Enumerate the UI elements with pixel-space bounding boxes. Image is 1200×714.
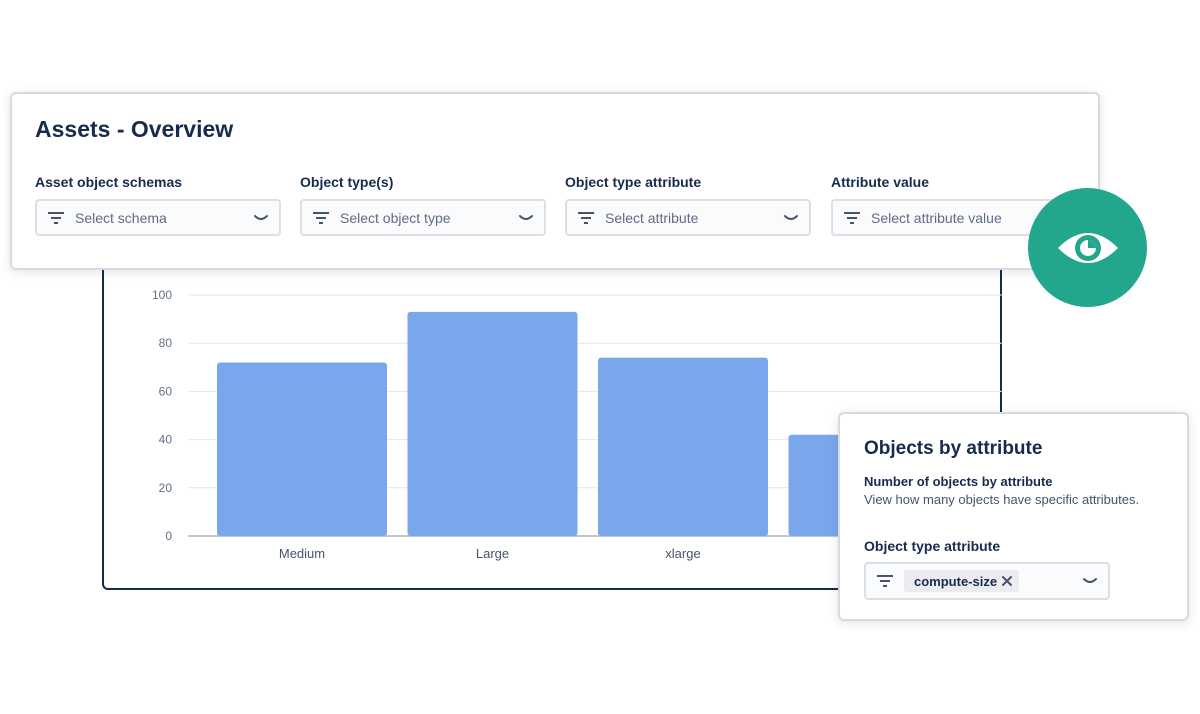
filter-icon bbox=[48, 211, 64, 224]
object-type-attribute-select[interactable]: compute-size bbox=[864, 562, 1110, 600]
y-tick-label: 20 bbox=[159, 481, 173, 495]
attribute-select[interactable]: Select attribute bbox=[565, 199, 811, 236]
bar[interactable] bbox=[407, 311, 578, 536]
card-description: View how many objects have specific attr… bbox=[864, 492, 1140, 507]
filter-attribute: Object type attribute Select attribute bbox=[565, 174, 811, 236]
filter-icon bbox=[877, 575, 893, 587]
select-placeholder: Select attribute bbox=[605, 209, 699, 226]
objects-by-attribute-card: Objects by attribute Number of objects b… bbox=[838, 412, 1189, 621]
chip-label: compute-size bbox=[914, 573, 998, 589]
chevron-down-icon bbox=[254, 214, 268, 220]
y-tick-label: 60 bbox=[159, 384, 173, 398]
filter-icon bbox=[578, 211, 594, 224]
select-placeholder: Select schema bbox=[75, 209, 167, 226]
x-category-label: Large bbox=[476, 546, 509, 561]
selected-attribute-chip: compute-size bbox=[904, 570, 1020, 592]
y-tick-label: 40 bbox=[159, 433, 173, 447]
filter-schema: Asset object schemas Select schema bbox=[35, 174, 281, 236]
eye-badge bbox=[1028, 188, 1147, 307]
page-title: Assets - Overview bbox=[35, 116, 234, 142]
y-tick-label: 100 bbox=[152, 288, 172, 302]
overview-card: Assets - Overview Asset object schemas S… bbox=[10, 92, 1100, 270]
filter-object-type: Object type(s) Select object type bbox=[300, 174, 546, 236]
filter-label: Object type(s) bbox=[300, 174, 394, 190]
filter-icon bbox=[313, 211, 329, 224]
card-title: Objects by attribute bbox=[864, 438, 1043, 459]
y-tick-label: 0 bbox=[165, 529, 172, 543]
x-category-label: Medium bbox=[279, 546, 325, 561]
chevron-down-icon bbox=[1083, 578, 1097, 583]
bar[interactable] bbox=[598, 357, 768, 536]
eye-icon bbox=[1057, 232, 1118, 263]
card-subtitle: Number of objects by attribute bbox=[864, 474, 1053, 489]
schema-select[interactable]: Select schema bbox=[35, 199, 281, 236]
object-type-select[interactable]: Select object type bbox=[300, 199, 546, 236]
select-placeholder: Select object type bbox=[340, 209, 451, 226]
chevron-down-icon bbox=[784, 214, 798, 220]
field-label: Object type attribute bbox=[864, 538, 1001, 554]
filter-label: Asset object schemas bbox=[35, 174, 183, 190]
chevron-down-icon bbox=[519, 214, 533, 220]
bar[interactable] bbox=[217, 362, 387, 536]
x-category-label: xlarge bbox=[665, 546, 700, 561]
y-tick-label: 80 bbox=[159, 336, 173, 350]
filter-icon bbox=[844, 211, 860, 224]
filter-label: Object type attribute bbox=[565, 174, 702, 190]
filter-label: Attribute value bbox=[831, 174, 930, 190]
close-icon[interactable] bbox=[1001, 575, 1013, 587]
